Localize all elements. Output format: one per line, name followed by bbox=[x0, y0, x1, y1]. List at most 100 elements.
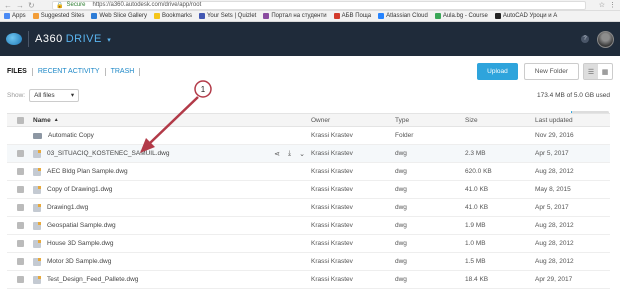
bookmark-label: Apps bbox=[12, 13, 26, 19]
bookmark-item[interactable]: Aula.bg - Course bbox=[434, 13, 488, 19]
file-updated: Apr 5, 2017 bbox=[535, 204, 569, 211]
row-name-cell[interactable]: Automatic Copy bbox=[33, 132, 311, 139]
chevron-down-icon[interactable]: ⌄ bbox=[299, 150, 305, 158]
table-row[interactable]: Copy of Drawing1.dwg Krassi Krastev dwg 41.… bbox=[7, 181, 610, 199]
bookmark-label: Atlassian Cloud bbox=[386, 13, 428, 19]
row-name-cell[interactable]: Motor 3D Sample.dwg bbox=[33, 257, 311, 266]
row-checkbox[interactable] bbox=[7, 276, 33, 283]
bookmark-label: Your Sets | Quizlet bbox=[206, 13, 257, 19]
bookmark-item[interactable]: Apps bbox=[4, 13, 26, 19]
row-name-cell[interactable]: AEC Bldg Plan Sample.dwg bbox=[33, 167, 311, 176]
url-text: https://a360.autodesk.com/drive/app/root bbox=[92, 2, 202, 8]
bookmark-item[interactable]: AutoCAD Уроци и А bbox=[494, 13, 557, 19]
row-name-cell[interactable]: Drawing1.dwg bbox=[33, 203, 311, 212]
header-name-label: Name bbox=[33, 116, 51, 124]
bookmark-item[interactable]: Портал на студенти bbox=[263, 13, 327, 19]
chevron-down-icon: ▾ bbox=[104, 37, 112, 44]
reload-icon[interactable]: ↻ bbox=[28, 1, 35, 10]
back-icon[interactable]: ← bbox=[4, 1, 12, 10]
new-folder-button[interactable]: New Folder bbox=[523, 63, 579, 80]
table-row[interactable]: Geospatial Sample.dwg Krassi Krastev dwg 1.… bbox=[7, 217, 610, 235]
file-size: 41.0 KB bbox=[465, 186, 489, 193]
a360-logo-icon[interactable] bbox=[6, 33, 22, 45]
table-row[interactable]: 03_SITUACIQ_KOSTENEC_SAMUIL.dwg ⋖ ⤓ ⌄ Krassi… bbox=[7, 145, 610, 163]
dwg-file-icon bbox=[33, 167, 41, 176]
table-row[interactable]: Automatic Copy Krassi Krastev Folder Nov 29… bbox=[7, 127, 610, 145]
file-name[interactable]: 03_SITUACIQ_KOSTENEC_SAMUIL.dwg bbox=[47, 150, 274, 157]
bookmark-item[interactable]: Suggested Sites bbox=[32, 13, 84, 19]
file-type: dwg bbox=[395, 168, 407, 175]
app-brand[interactable]: A360 DRIVE ▾ bbox=[35, 33, 111, 45]
row-checkbox[interactable] bbox=[7, 222, 33, 229]
menu-icon[interactable]: ⋮ bbox=[609, 1, 616, 9]
list-view-icon[interactable]: ☰ bbox=[584, 64, 598, 79]
file-owner: Krassi Krastev bbox=[311, 204, 353, 211]
file-name[interactable]: Motor 3D Sample.dwg bbox=[47, 258, 311, 265]
file-name[interactable]: House 3D Sample.dwg bbox=[47, 240, 311, 247]
header-name[interactable]: Name ▲ bbox=[33, 117, 311, 124]
row-name-cell[interactable]: 03_SITUACIQ_KOSTENEC_SAMUIL.dwg ⋖ ⤓ ⌄ bbox=[33, 149, 311, 158]
table-row[interactable]: Motor 3D Sample.dwg Krassi Krastev dwg 1.5 … bbox=[7, 253, 610, 271]
bookmark-icon bbox=[198, 13, 205, 19]
header-owner[interactable]: Owner bbox=[311, 117, 395, 124]
row-checkbox[interactable] bbox=[7, 258, 33, 265]
bookmark-item[interactable]: Atlassian Cloud bbox=[378, 13, 428, 19]
forward-icon[interactable]: → bbox=[16, 1, 24, 10]
file-type: Folder bbox=[395, 132, 414, 139]
avatar[interactable] bbox=[597, 30, 614, 48]
file-name[interactable]: Test_Design_Feed_Pallete.dwg bbox=[47, 276, 311, 283]
header-updated[interactable]: Last updated bbox=[535, 117, 610, 124]
table-row[interactable]: AEC Bldg Plan Sample.dwg Krassi Krastev dw… bbox=[7, 163, 610, 181]
row-checkbox[interactable] bbox=[7, 204, 33, 211]
star-icon[interactable]: ☆ bbox=[599, 1, 605, 9]
row-checkbox[interactable] bbox=[7, 240, 33, 247]
file-owner: Krassi Krastev bbox=[311, 222, 353, 229]
bookmark-item[interactable]: АБВ Поща bbox=[333, 13, 371, 19]
row-checkbox[interactable] bbox=[7, 168, 33, 175]
tab-trash[interactable]: TRASH bbox=[111, 67, 141, 76]
file-owner: Krassi Krastev bbox=[311, 150, 353, 157]
file-name[interactable]: Drawing1.dwg bbox=[47, 204, 311, 211]
address-bar[interactable]: 🔒 Secure https://a360.autodesk.com/drive… bbox=[52, 0, 586, 10]
file-name[interactable]: Automatic Copy bbox=[48, 132, 311, 139]
bookmark-label: Web Slice Gallery bbox=[99, 13, 147, 19]
row-checkbox[interactable] bbox=[7, 186, 33, 193]
file-type: dwg bbox=[395, 186, 407, 193]
bookmarks-bar: Apps Suggested Sites Web Slice Gallery Book… bbox=[0, 11, 620, 22]
grid-view-icon[interactable]: ▦ bbox=[598, 64, 612, 79]
row-name-cell[interactable]: House 3D Sample.dwg bbox=[33, 239, 311, 248]
app-header: A360 DRIVE ▾ ? bbox=[0, 22, 620, 56]
row-actions: ⋖ ⤓ ⌄ bbox=[274, 150, 305, 158]
table-row[interactable]: Test_Design_Feed_Pallete.dwg Krassi Krast… bbox=[7, 271, 610, 289]
tab-files[interactable]: FILES bbox=[7, 67, 33, 76]
row-name-cell[interactable]: Geospatial Sample.dwg bbox=[33, 221, 311, 230]
header-type[interactable]: Type bbox=[395, 117, 465, 124]
row-name-cell[interactable]: Test_Design_Feed_Pallete.dwg bbox=[33, 275, 311, 284]
chevron-down-icon: ▾ bbox=[70, 92, 75, 99]
file-name[interactable]: Copy of Drawing1.dwg bbox=[47, 186, 311, 193]
nav-buttons: ← → ↻ bbox=[4, 1, 52, 10]
row-checkbox[interactable] bbox=[7, 150, 33, 157]
download-icon[interactable]: ⤓ bbox=[288, 150, 291, 158]
bookmark-icon bbox=[153, 13, 160, 19]
row-name-cell[interactable]: Copy of Drawing1.dwg bbox=[33, 185, 311, 194]
upload-button[interactable]: Upload bbox=[477, 63, 518, 80]
bookmark-item[interactable]: Your Sets | Quizlet bbox=[198, 13, 257, 19]
bookmark-icon bbox=[4, 13, 10, 19]
select-all-checkbox[interactable] bbox=[7, 116, 33, 124]
file-type: dwg bbox=[395, 222, 407, 229]
bookmark-item[interactable]: Web Slice Gallery bbox=[91, 13, 147, 19]
help-icon[interactable]: ? bbox=[581, 35, 589, 43]
file-name[interactable]: AEC Bldg Plan Sample.dwg bbox=[47, 168, 311, 175]
file-updated: Aug 28, 2012 bbox=[535, 240, 574, 247]
share-icon[interactable]: ⋖ bbox=[274, 150, 280, 158]
bookmark-item[interactable]: Bookmarks bbox=[153, 13, 192, 19]
table-row[interactable]: Drawing1.dwg Krassi Krastev dwg 41.0 KB Apr … bbox=[7, 199, 610, 217]
tab-recent-activity[interactable]: RECENT ACTIVITY bbox=[38, 67, 106, 76]
header-size[interactable]: Size bbox=[465, 117, 535, 124]
bookmark-label: Bookmarks bbox=[161, 13, 192, 19]
file-filter-select[interactable]: All files ▾ bbox=[29, 88, 80, 102]
table-row[interactable]: House 3D Sample.dwg Krassi Krastev dwg 1.0 … bbox=[7, 235, 610, 253]
file-name[interactable]: Geospatial Sample.dwg bbox=[47, 222, 311, 229]
file-size: 620.0 KB bbox=[465, 168, 492, 175]
